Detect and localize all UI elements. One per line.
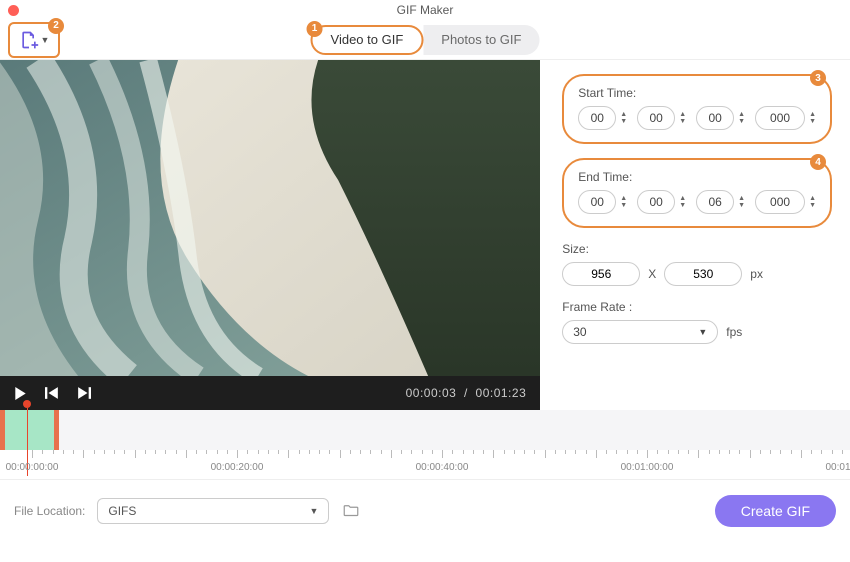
tab-video-to-gif[interactable]: 1 Video to GIF [311, 25, 424, 55]
frame-rate-select[interactable]: 30 ▼ [562, 320, 718, 344]
down-icon[interactable]: ▼ [809, 118, 816, 125]
badge-1: 1 [307, 21, 323, 37]
up-icon[interactable]: ▲ [679, 195, 686, 202]
tick-label: 00:01:00:00 [621, 462, 674, 473]
step-forward-button[interactable] [77, 387, 91, 399]
start-hours[interactable] [578, 106, 616, 130]
up-icon[interactable]: ▲ [738, 111, 745, 118]
frame-rate-group: Frame Rate : 30 ▼ fps [562, 300, 832, 344]
tab-label: Video to GIF [331, 32, 404, 47]
start-time-group: 3 Start Time: ▲▼ ▲▼ ▲▼ ▲▼ [562, 74, 832, 144]
video-preview[interactable] [0, 60, 540, 376]
start-ms[interactable] [755, 106, 805, 130]
up-icon[interactable]: ▲ [620, 111, 627, 118]
end-time-group: 4 End Time: ▲▼ ▲▼ ▲▼ ▲▼ [562, 158, 832, 228]
down-icon[interactable]: ▼ [738, 118, 745, 125]
up-icon[interactable]: ▲ [620, 195, 627, 202]
frame-rate-value: 30 [573, 325, 586, 339]
badge-3: 3 [810, 70, 826, 86]
window-title: GIF Maker [397, 3, 454, 17]
up-icon[interactable]: ▲ [809, 111, 816, 118]
end-hours[interactable] [578, 190, 616, 214]
player-controls: 00:00:03 / 00:01:23 [0, 376, 540, 410]
down-icon[interactable]: ▼ [809, 202, 816, 209]
start-time-label: Start Time: [578, 86, 816, 100]
down-icon[interactable]: ▼ [679, 202, 686, 209]
up-icon[interactable]: ▲ [809, 195, 816, 202]
time-display: 00:00:03 / 00:01:23 [406, 386, 527, 400]
file-location-label: File Location: [14, 504, 85, 518]
chevron-down-icon: ▼ [309, 506, 318, 516]
tick-label: 00:00:20:00 [211, 462, 264, 473]
tab-label: Photos to GIF [441, 32, 521, 47]
tick-label: 00:00:00:00 [6, 462, 59, 473]
timeline-track[interactable] [0, 410, 850, 450]
add-media-button[interactable]: 2 ▼ [8, 22, 60, 58]
timeline[interactable]: 00:00:00:00 00:00:20:00 00:00:40:00 00:0… [0, 410, 850, 480]
chevron-down-icon: ▼ [698, 327, 707, 337]
up-icon[interactable]: ▲ [738, 195, 745, 202]
file-location-select[interactable]: GIFS ▼ [97, 498, 329, 524]
badge-4: 4 [810, 154, 826, 170]
badge-2: 2 [48, 18, 64, 34]
up-icon[interactable]: ▲ [679, 111, 686, 118]
frame-rate-label: Frame Rate : [562, 300, 832, 314]
tick-label: 00:01 [825, 462, 850, 473]
start-minutes[interactable] [637, 106, 675, 130]
size-separator: X [648, 267, 656, 281]
close-window-button[interactable] [8, 5, 19, 16]
size-unit: px [750, 267, 763, 281]
down-icon[interactable]: ▼ [679, 118, 686, 125]
down-icon[interactable]: ▼ [620, 202, 627, 209]
size-label: Size: [562, 242, 832, 256]
end-seconds[interactable] [696, 190, 734, 214]
chevron-down-icon: ▼ [41, 35, 50, 45]
size-group: Size: X px [562, 242, 832, 286]
end-time-label: End Time: [578, 170, 816, 184]
add-file-icon [19, 30, 39, 50]
total-time: 00:01:23 [476, 386, 527, 400]
ruler: 00:00:00:00 00:00:20:00 00:00:40:00 00:0… [0, 450, 850, 476]
tab-photos-to-gif[interactable]: Photos to GIF [423, 25, 539, 55]
step-back-button[interactable] [45, 387, 59, 399]
create-gif-button[interactable]: Create GIF [715, 495, 836, 527]
down-icon[interactable]: ▼ [738, 202, 745, 209]
browse-folder-button[interactable] [341, 502, 361, 520]
fps-unit: fps [726, 325, 742, 339]
current-time: 00:00:03 [406, 386, 457, 400]
file-location-value: GIFS [108, 504, 136, 518]
beach-scene [0, 60, 540, 376]
end-minutes[interactable] [637, 190, 675, 214]
width-input[interactable] [562, 262, 640, 286]
down-icon[interactable]: ▼ [620, 118, 627, 125]
start-seconds[interactable] [696, 106, 734, 130]
selection-clip[interactable] [0, 410, 59, 450]
tick-label: 00:00:40:00 [416, 462, 469, 473]
end-ms[interactable] [755, 190, 805, 214]
play-button[interactable] [14, 387, 27, 400]
height-input[interactable] [664, 262, 742, 286]
